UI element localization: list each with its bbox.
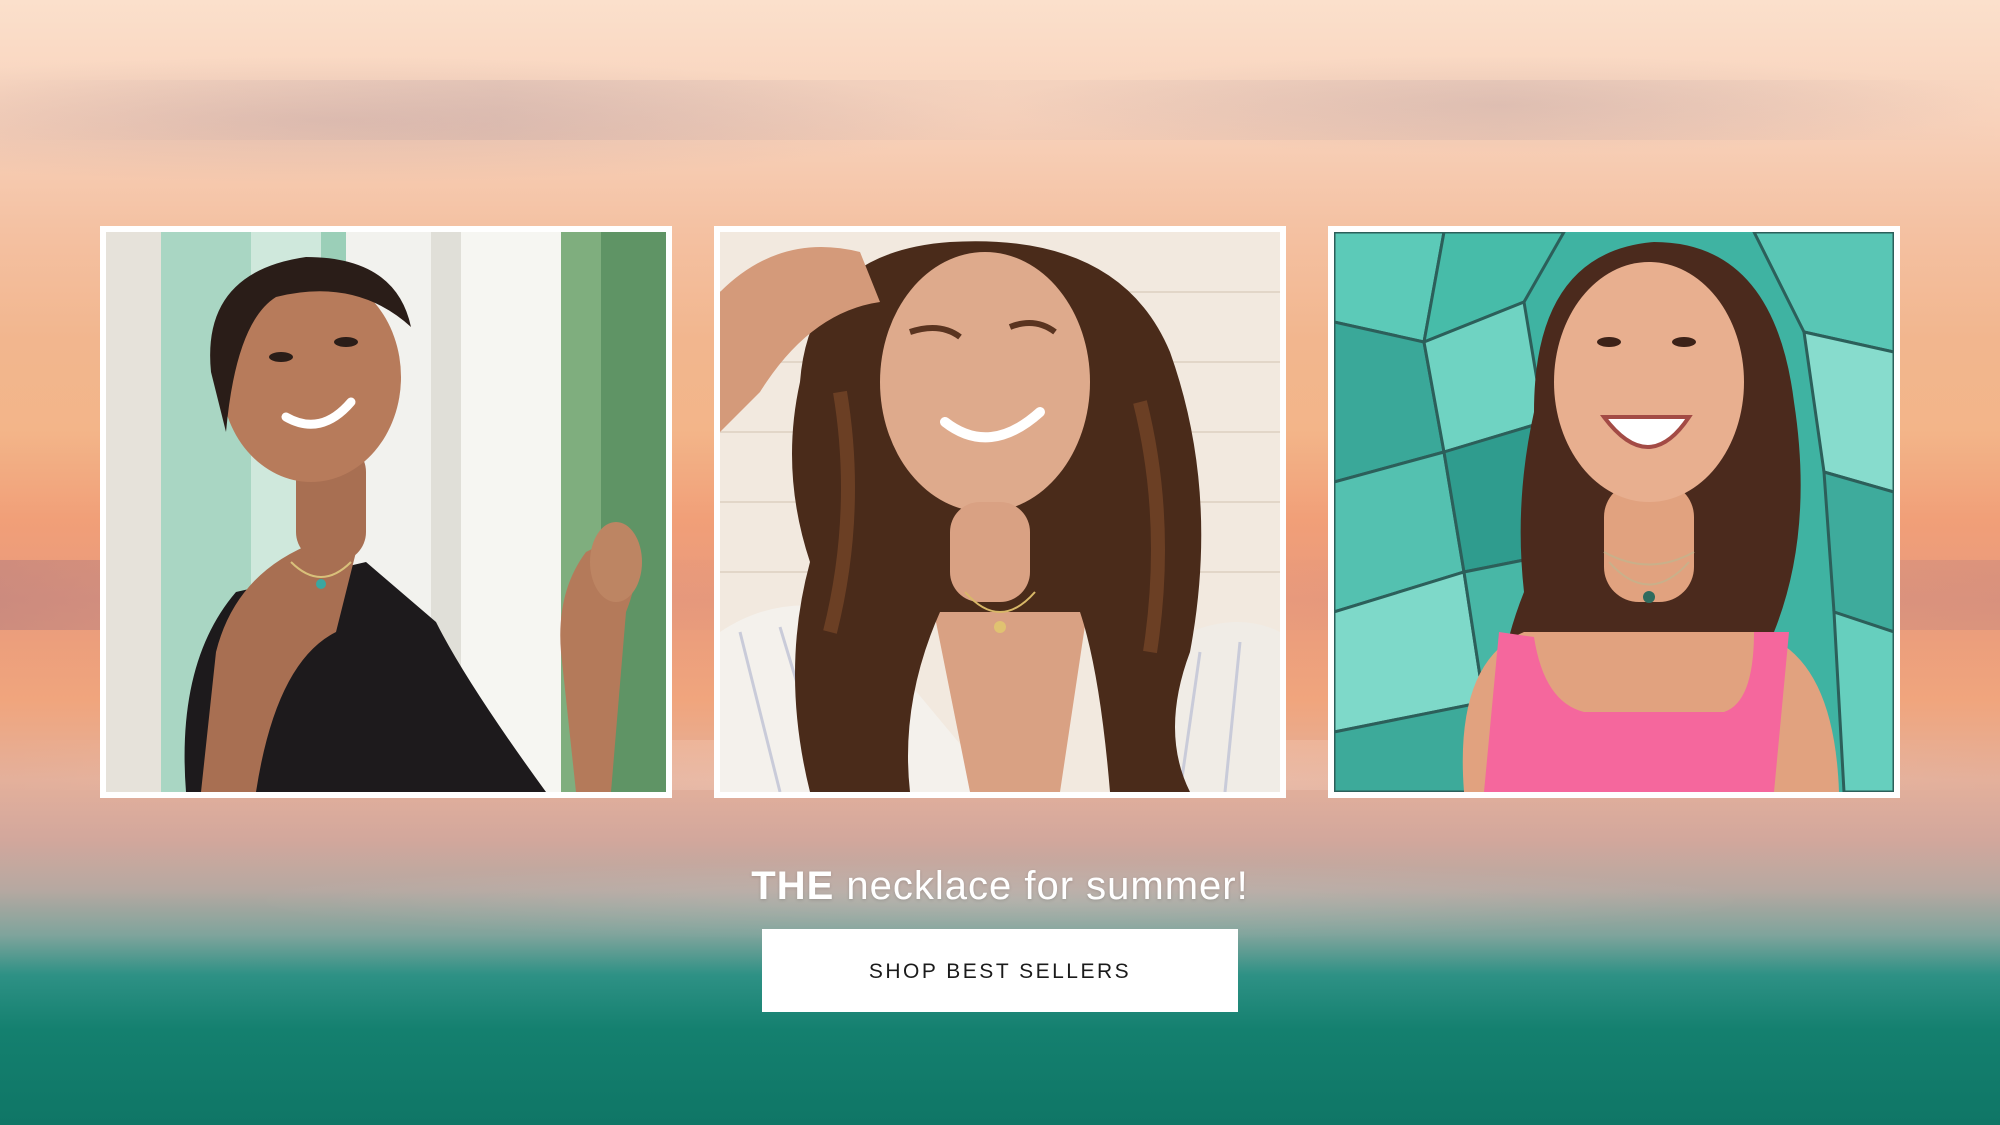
model-photo-striped-shirt — [720, 232, 1280, 792]
shop-best-sellers-button[interactable]: SHOP BEST SELLERS — [762, 929, 1238, 1012]
photo-tile-1 — [100, 226, 672, 798]
photo-tile-2 — [714, 226, 1286, 798]
tagline-emphasis: THE — [751, 864, 835, 908]
photo-tile-3 — [1328, 226, 1900, 798]
model-photo-pink-top — [1334, 232, 1894, 792]
model-photo-black-top — [106, 232, 666, 792]
hero-tagline: THE necklace for summer! — [0, 858, 2000, 914]
tagline-text: necklace for summer! — [834, 864, 1249, 908]
